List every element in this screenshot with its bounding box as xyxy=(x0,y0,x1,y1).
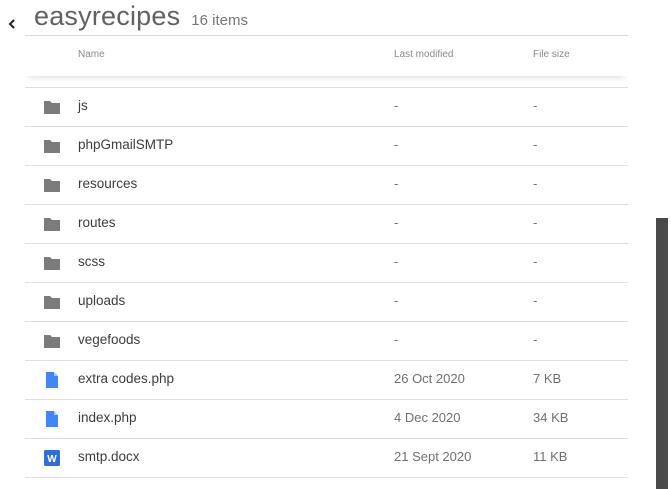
last-modified: - xyxy=(394,254,399,269)
file-list: js - - phpGmailSMTP - - resources - - routes - - scs… xyxy=(25,87,628,478)
title-bar: easyrecipes 16 items xyxy=(34,0,248,34)
column-header-last-modified[interactable]: Last modified xyxy=(394,49,453,60)
folder-icon xyxy=(43,138,61,154)
file-row[interactable]: resources - - xyxy=(25,165,628,204)
last-modified: - xyxy=(394,332,399,347)
last-modified: - xyxy=(394,215,399,230)
folder-icon xyxy=(43,99,61,115)
file-row[interactable]: Wsmtp.docx 21 Sept 2020 11 KB xyxy=(25,438,628,478)
file-size: - xyxy=(533,137,538,152)
file-name[interactable]: routes xyxy=(78,215,116,230)
column-header-row: Name Last modified File size xyxy=(25,35,628,76)
file-size: 7 KB xyxy=(533,371,562,386)
file-size: - xyxy=(533,176,538,191)
file-row[interactable]: index.php 4 Dec 2020 34 KB xyxy=(25,399,628,438)
file-size: - xyxy=(533,98,538,113)
file-size: 34 KB xyxy=(533,410,569,425)
file-name[interactable]: vegefoods xyxy=(78,332,140,347)
last-modified: - xyxy=(394,98,399,113)
file-name[interactable]: uploads xyxy=(78,293,125,308)
file-name[interactable]: resources xyxy=(78,176,137,191)
last-modified: 4 Dec 2020 xyxy=(394,410,461,425)
folder-title: easyrecipes xyxy=(34,1,181,31)
file-row[interactable]: extra codes.php 26 Oct 2020 7 KB xyxy=(25,360,628,399)
chevron-left-icon xyxy=(8,19,15,29)
file-row[interactable]: scss - - xyxy=(25,243,628,282)
last-modified: 26 Oct 2020 xyxy=(394,371,465,386)
back-button[interactable] xyxy=(6,17,18,31)
folder-icon xyxy=(43,333,61,349)
file-icon xyxy=(43,372,61,388)
file-icon xyxy=(43,411,61,427)
file-size: - xyxy=(533,332,538,347)
file-browser: easyrecipes 16 items Name Last modified … xyxy=(0,0,671,489)
file-row[interactable]: js - - xyxy=(25,87,628,126)
file-size: 11 KB xyxy=(533,449,568,464)
file-size: - xyxy=(533,254,538,269)
file-row[interactable]: phpGmailSMTP - - xyxy=(25,126,628,165)
last-modified: 21 Sept 2020 xyxy=(394,449,472,464)
last-modified: - xyxy=(394,137,399,152)
file-name[interactable]: js xyxy=(78,98,88,113)
folder-icon xyxy=(43,216,61,232)
folder-icon xyxy=(43,294,61,310)
last-modified: - xyxy=(394,293,399,308)
file-name[interactable]: smtp.docx xyxy=(78,449,140,464)
file-name[interactable]: phpGmailSMTP xyxy=(78,137,173,152)
column-header-name[interactable]: Name xyxy=(78,49,105,60)
item-count: 16 items xyxy=(191,12,248,29)
scrollbar[interactable] xyxy=(656,218,668,489)
file-row[interactable]: routes - - xyxy=(25,204,628,243)
file-row[interactable]: vegefoods - - xyxy=(25,321,628,360)
file-name[interactable]: index.php xyxy=(78,410,137,425)
svg-text:W: W xyxy=(47,454,57,465)
file-row[interactable]: uploads - - xyxy=(25,282,628,321)
column-header-file-size[interactable]: File size xyxy=(533,49,570,60)
file-size: - xyxy=(533,215,538,230)
file-name[interactable]: scss xyxy=(78,254,105,269)
word-doc-icon: W xyxy=(43,450,61,466)
folder-icon xyxy=(43,177,61,193)
last-modified: - xyxy=(394,176,399,191)
file-size: - xyxy=(533,293,538,308)
folder-icon xyxy=(43,255,61,271)
file-name[interactable]: extra codes.php xyxy=(78,371,174,386)
